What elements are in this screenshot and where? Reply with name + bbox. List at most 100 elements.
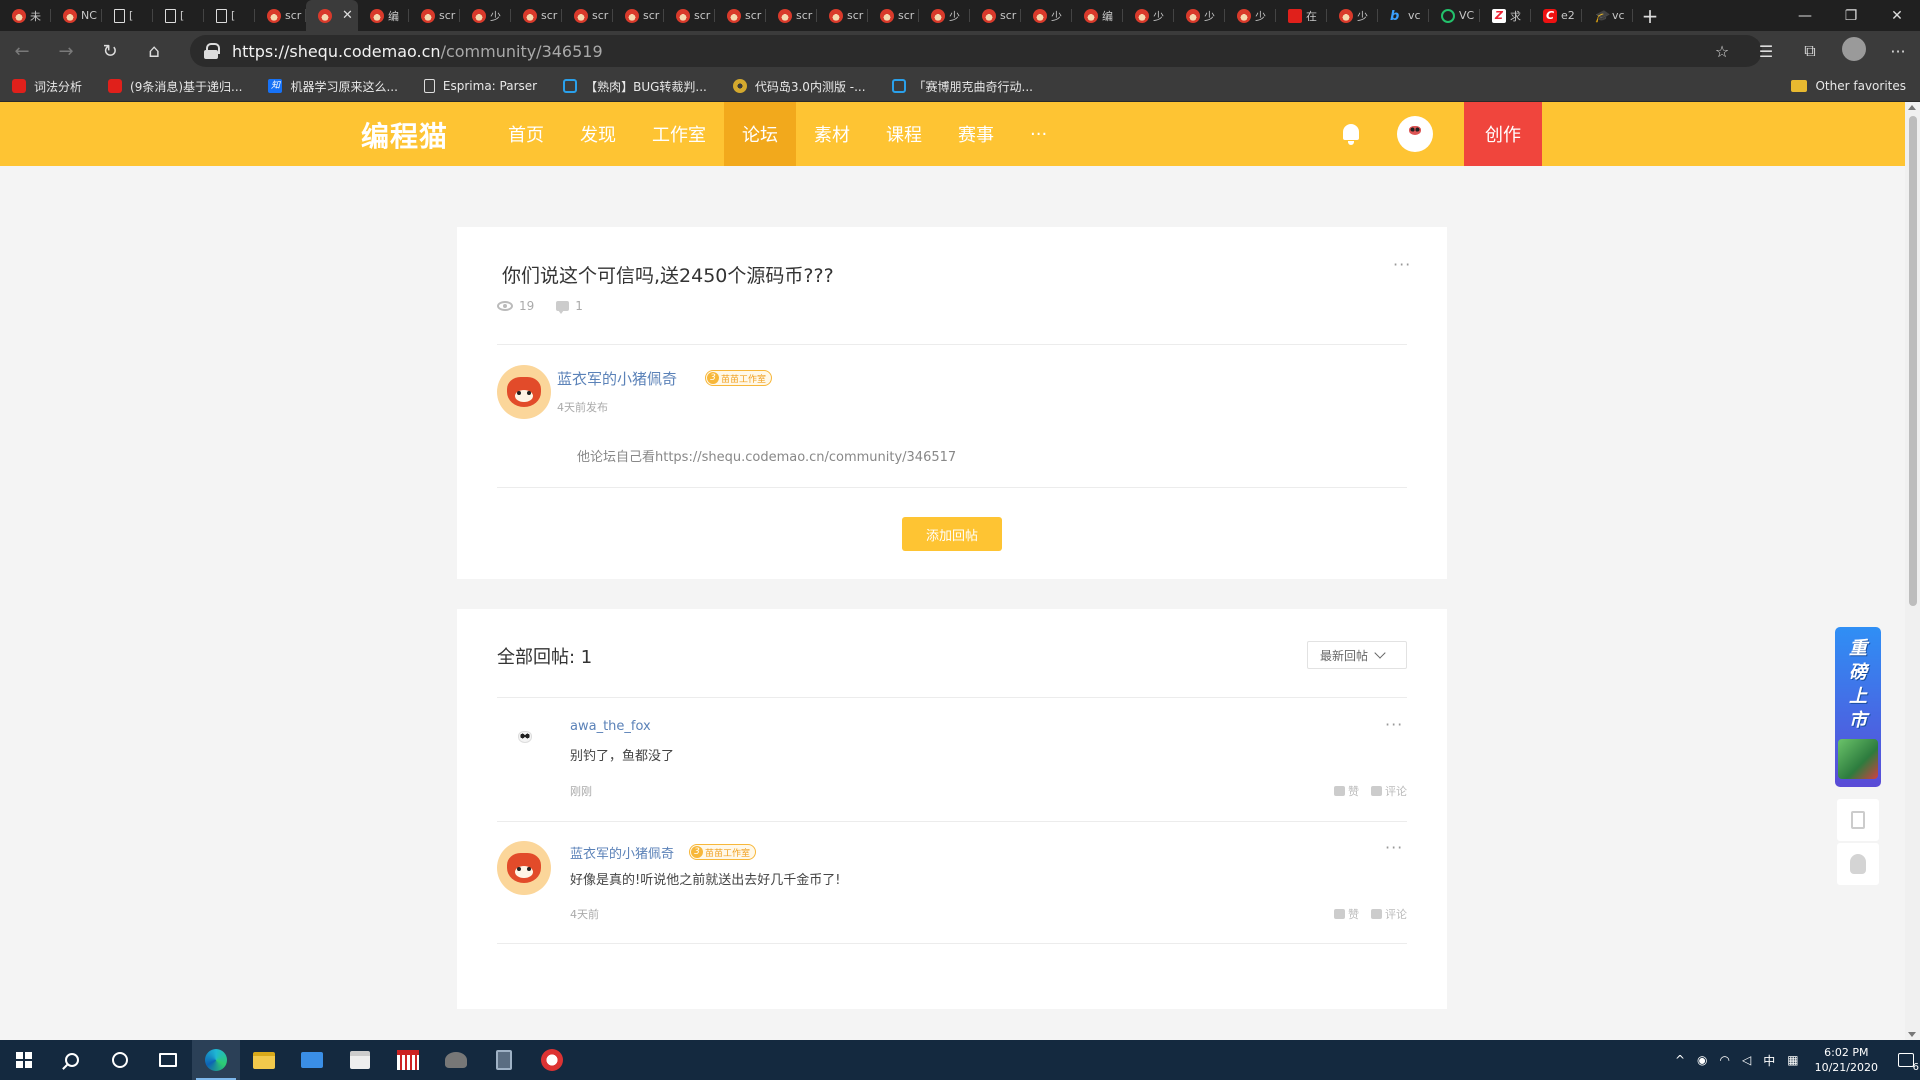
settings-more-icon[interactable]: ··· <box>1876 42 1920 61</box>
like-button[interactable]: 赞 <box>1334 783 1359 799</box>
comment-button[interactable]: 评论 <box>1371 906 1407 922</box>
taskbar-app-red[interactable] <box>528 1040 576 1080</box>
browser-tab[interactable]: VC <box>1429 0 1480 31</box>
scroll-up-icon[interactable] <box>1908 105 1916 110</box>
browser-tab[interactable]: 少 <box>919 0 970 31</box>
browser-tab[interactable]: NC <box>51 0 102 31</box>
nav-item[interactable]: 发现 <box>562 102 634 166</box>
taskbar-mail[interactable] <box>288 1040 336 1080</box>
comment-button[interactable]: 评论 <box>1371 783 1407 799</box>
user-avatar[interactable] <box>1397 116 1433 152</box>
add-reply-button[interactable]: 添加回帖 <box>902 517 1002 551</box>
new-tab-button[interactable]: + <box>1633 4 1667 28</box>
browser-tab[interactable]: scr <box>868 0 919 31</box>
nav-item[interactable]: 赛事 <box>940 102 1012 166</box>
input-language[interactable]: 中 <box>1763 1052 1775 1069</box>
create-button[interactable]: 创作 <box>1464 102 1542 166</box>
nav-item[interactable]: ··· <box>1012 102 1065 166</box>
taskbar-app-piano[interactable] <box>384 1040 432 1080</box>
page-scrollbar[interactable] <box>1905 102 1920 1040</box>
mobile-app-button[interactable] <box>1837 799 1879 841</box>
taskbar-app-hat[interactable] <box>432 1040 480 1080</box>
browser-tab[interactable]: 🎓 vc <box>1582 0 1633 31</box>
bookmark-item[interactable]: 知机器学习原来这么... <box>268 78 398 95</box>
post-more-button[interactable]: ··· <box>1393 255 1411 274</box>
nav-item[interactable]: 课程 <box>868 102 940 166</box>
browser-tab[interactable]: scr <box>613 0 664 31</box>
collections-icon[interactable]: ⧉ <box>1788 41 1832 61</box>
favorites-icon[interactable]: ☰ <box>1744 42 1788 61</box>
browser-tab[interactable]: [ <box>102 0 153 31</box>
taskbar-clock[interactable]: 6:02 PM 10/21/2020 <box>1815 1045 1878 1075</box>
browser-tab[interactable]: 少 <box>1123 0 1174 31</box>
browser-tab[interactable]: 少 <box>1327 0 1378 31</box>
profile-button[interactable] <box>1832 37 1876 65</box>
refresh-button[interactable]: ↻ <box>88 31 132 71</box>
browser-tab[interactable]: 少 <box>1174 0 1225 31</box>
taskbar-file-explorer[interactable] <box>240 1040 288 1080</box>
volume-icon[interactable]: ◁ <box>1742 1053 1751 1067</box>
site-logo[interactable]: 编程猫 <box>361 115 448 155</box>
author-name[interactable]: 蓝衣军的小猪佩奇 <box>557 368 677 389</box>
browser-tab[interactable]: scr <box>562 0 613 31</box>
scroll-down-icon[interactable] <box>1908 1032 1916 1037</box>
qq-button[interactable] <box>1837 843 1879 885</box>
reply-avatar[interactable] <box>497 841 551 895</box>
taskbar-store[interactable] <box>336 1040 384 1080</box>
wifi-icon[interactable]: ◠ <box>1720 1053 1730 1067</box>
nav-item[interactable]: 工作室 <box>634 102 724 166</box>
browser-tab[interactable]: Z求 <box>1480 0 1531 31</box>
browser-tab[interactable]: [ <box>204 0 255 31</box>
action-center-icon[interactable]: 6 <box>1898 1053 1919 1073</box>
browser-tab[interactable]: scr <box>511 0 562 31</box>
reply-more-button[interactable]: ··· <box>1385 715 1403 734</box>
bookmark-item[interactable]: 「赛博朋克曲奇行动... <box>891 78 1033 95</box>
browser-tab[interactable]: scr <box>409 0 460 31</box>
bookmark-item[interactable]: 代码岛3.0内测版 -... <box>732 78 866 95</box>
browser-tab[interactable]: 少 <box>460 0 511 31</box>
favorite-star-icon[interactable]: ☆ <box>1700 42 1744 61</box>
minimize-button[interactable]: — <box>1782 0 1828 31</box>
start-button[interactable] <box>0 1040 48 1080</box>
browser-tab[interactable]: 未 <box>0 0 51 31</box>
browser-tab[interactable]: b vc <box>1378 0 1429 31</box>
browser-tab[interactable]: Ce2 <box>1531 0 1582 31</box>
home-button[interactable]: ⌂ <box>132 31 176 71</box>
bookmark-item[interactable]: Esprima: Parser <box>423 79 537 93</box>
tray-overflow-icon[interactable]: ^ <box>1675 1053 1685 1067</box>
browser-tab[interactable]: 少 <box>1021 0 1072 31</box>
browser-tab[interactable]: 在 <box>1276 0 1327 31</box>
close-tab-icon[interactable]: ✕ <box>342 8 353 23</box>
tray-app-icon[interactable]: ◉ <box>1697 1053 1707 1067</box>
browser-tab[interactable]: scr <box>817 0 868 31</box>
forward-button[interactable]: → <box>44 31 88 71</box>
search-button[interactable] <box>48 1040 96 1080</box>
browser-tab[interactable]: scr <box>664 0 715 31</box>
keyboard-icon[interactable]: ▦ <box>1787 1053 1798 1067</box>
browser-tab[interactable]: 少 <box>1225 0 1276 31</box>
reply-author[interactable]: awa_the_fox <box>570 719 651 734</box>
bookmark-item[interactable]: (9条消息)基于递归... <box>108 78 242 95</box>
bookmark-item[interactable]: 词法分析 <box>12 78 82 95</box>
close-window-button[interactable]: ✕ <box>1874 0 1920 31</box>
author-avatar[interactable] <box>497 365 551 419</box>
sort-dropdown[interactable]: 最新回帖 <box>1307 641 1407 669</box>
reply-avatar[interactable] <box>504 716 544 756</box>
reply-more-button[interactable]: ··· <box>1385 838 1403 857</box>
browser-tab[interactable]: [ <box>153 0 204 31</box>
browser-tab[interactable]: 编 <box>1072 0 1123 31</box>
taskbar-calculator[interactable] <box>480 1040 528 1080</box>
studio-badge[interactable]: 3 苗苗工作室 <box>705 370 773 386</box>
studio-badge[interactable]: 3 苗苗工作室 <box>689 844 757 860</box>
browser-tab[interactable]: scr <box>255 0 306 31</box>
back-button[interactable]: ← <box>0 31 44 71</box>
browser-tab[interactable]: scr <box>970 0 1021 31</box>
address-bar[interactable]: https://shequ.codemao.cn/community/34651… <box>190 35 1762 67</box>
notification-bell-icon[interactable] <box>1340 122 1362 146</box>
reply-author[interactable]: 蓝衣军的小猪佩奇 <box>570 843 674 862</box>
taskbar-edge[interactable] <box>192 1040 240 1080</box>
browser-tab[interactable]: scr <box>715 0 766 31</box>
browser-tab[interactable]: ✕ <box>306 0 358 31</box>
browser-tab[interactable]: 编 <box>358 0 409 31</box>
restore-button[interactable]: ❐ <box>1828 0 1874 31</box>
